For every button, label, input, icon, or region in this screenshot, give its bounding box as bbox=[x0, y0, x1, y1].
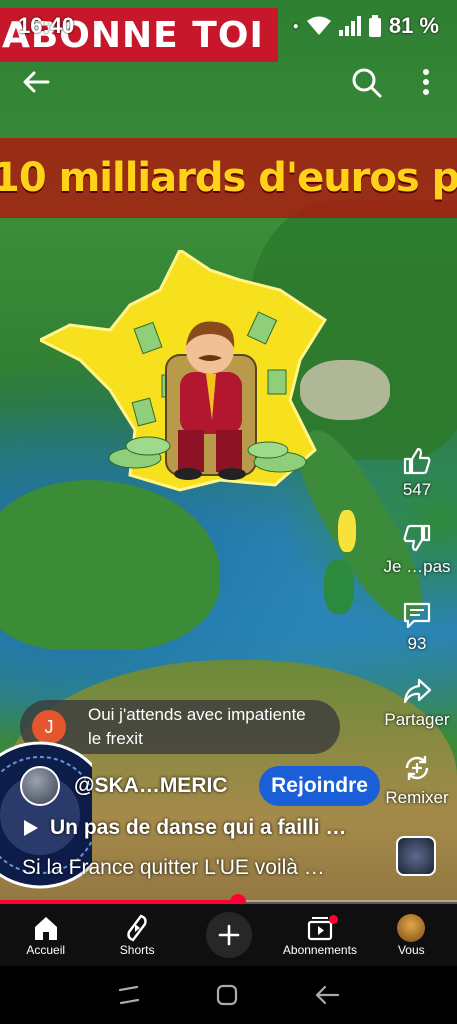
like-button[interactable]: 547 bbox=[377, 446, 457, 500]
thumbs-down-icon bbox=[403, 524, 431, 552]
more-options-icon[interactable] bbox=[416, 66, 436, 98]
back-arrow-icon[interactable] bbox=[20, 66, 52, 98]
nav-shorts-label: Shorts bbox=[119, 943, 155, 957]
video-headline: 10 milliards d'euros par an bbox=[0, 138, 457, 218]
map-land bbox=[0, 480, 220, 650]
play-icon bbox=[24, 820, 38, 836]
remix-label: Remixer bbox=[385, 788, 449, 807]
nav-home[interactable]: Accueil bbox=[0, 904, 91, 966]
signal-icon bbox=[338, 16, 361, 36]
notification-dot bbox=[328, 915, 338, 924]
plus-icon bbox=[218, 924, 239, 946]
like-count: 547 bbox=[402, 480, 432, 499]
dislike-button[interactable]: Je …pas bbox=[377, 523, 457, 577]
back-system-icon[interactable] bbox=[314, 984, 340, 1006]
remix-icon bbox=[405, 756, 429, 780]
nav-home-label: Accueil bbox=[26, 943, 66, 957]
channel-avatar[interactable] bbox=[20, 766, 60, 806]
status-bar: 16:40 ● 81 % bbox=[0, 0, 457, 52]
thumbs-up-icon bbox=[403, 447, 431, 475]
video-title-text: Un pas de danse qui a failli … bbox=[50, 816, 347, 839]
france-illustration bbox=[36, 247, 350, 500]
wifi-icon bbox=[306, 16, 331, 35]
nav-shorts[interactable]: Shorts bbox=[91, 904, 182, 966]
comments-button[interactable]: 93 bbox=[377, 600, 457, 654]
nav-you[interactable]: Vous bbox=[366, 904, 457, 966]
home-system-icon[interactable] bbox=[215, 983, 239, 1007]
top-bar bbox=[0, 60, 457, 104]
dot-icon: ● bbox=[292, 20, 299, 32]
battery-icon bbox=[368, 15, 381, 37]
nav-create[interactable] bbox=[183, 904, 274, 966]
home-icon bbox=[34, 917, 57, 940]
user-avatar bbox=[397, 914, 426, 942]
nav-you-label: Vous bbox=[397, 943, 425, 957]
video-description[interactable]: Si la France quitter L'UE voilà … bbox=[22, 856, 372, 880]
join-button[interactable]: Rejoindre bbox=[259, 766, 380, 806]
dislike-label: Je …pas bbox=[383, 557, 451, 576]
share-icon bbox=[403, 678, 432, 704]
status-time: 16:40 bbox=[18, 13, 75, 38]
nav-subscriptions[interactable]: Abonnements bbox=[274, 904, 365, 966]
sound-thumbnail[interactable] bbox=[396, 836, 436, 876]
channel-handle[interactable]: @SKA…MERIC bbox=[74, 774, 227, 798]
share-label: Partager bbox=[384, 710, 450, 729]
map-land bbox=[324, 560, 354, 614]
bottom-nav: Accueil Shorts Abonnements Vous bbox=[0, 904, 457, 966]
map-corsica bbox=[338, 510, 356, 552]
comment-icon bbox=[403, 602, 431, 629]
channel-row: @SKA…MERIC Rejoindre bbox=[20, 764, 380, 808]
search-icon[interactable] bbox=[350, 66, 382, 98]
shorts-icon bbox=[127, 914, 147, 942]
battery-percent: 81 % bbox=[388, 13, 439, 38]
comments-count: 93 bbox=[407, 634, 427, 653]
recent-apps-icon[interactable] bbox=[117, 984, 141, 1006]
video-title[interactable]: Un pas de danse qui a failli … bbox=[22, 816, 362, 840]
share-button[interactable]: Partager bbox=[377, 676, 457, 730]
remix-button[interactable]: Remixer bbox=[377, 752, 457, 808]
comment-text: Oui j'attends avec impatiente le frexit bbox=[88, 705, 306, 748]
system-nav-bar bbox=[0, 966, 457, 1024]
headline-text: 10 milliards d'euros par an bbox=[0, 155, 457, 201]
nav-subscriptions-label: Abonnements bbox=[282, 943, 357, 957]
